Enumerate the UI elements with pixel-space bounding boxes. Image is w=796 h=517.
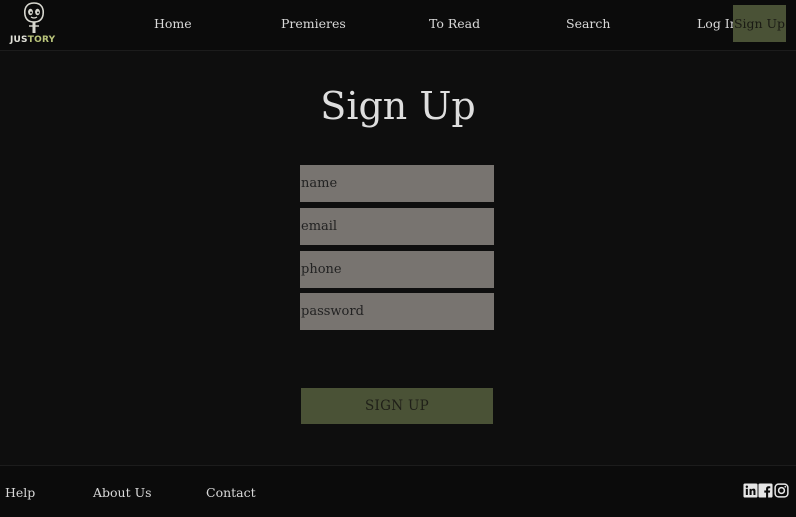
nav-search[interactable]: Search [566,16,610,31]
facebook-icon[interactable] [758,483,773,498]
logo-mascot-icon [23,2,45,33]
site-logo[interactable]: JUSTORY [8,2,60,46]
footer-contact-link[interactable]: Contact [206,485,256,500]
nav-sign-up-button[interactable]: Sign Up [733,5,786,42]
instagram-icon[interactable] [774,483,789,498]
sign-up-submit-button[interactable]: SIGN UP [301,388,493,424]
top-navbar: JUSTORY Home Premieres To Read Search Lo… [0,0,796,51]
nav-to-read[interactable]: To Read [429,16,480,31]
phone-field[interactable] [300,251,494,288]
footer-about-link[interactable]: About Us [93,485,152,500]
page: JUSTORY Home Premieres To Read Search Lo… [0,0,796,517]
linkedin-icon[interactable] [743,483,758,498]
email-field[interactable] [300,208,494,245]
nav-premieres[interactable]: Premieres [281,16,346,31]
logo-text: JUSTORY [10,35,56,45]
footer: Help About Us Contact [0,465,796,517]
nav-home[interactable]: Home [154,16,192,31]
password-field[interactable] [300,293,494,330]
footer-help-link[interactable]: Help [5,485,35,500]
page-title: Sign Up [320,84,476,128]
nav-log-in[interactable]: Log In [697,16,738,31]
name-field[interactable] [300,165,494,202]
